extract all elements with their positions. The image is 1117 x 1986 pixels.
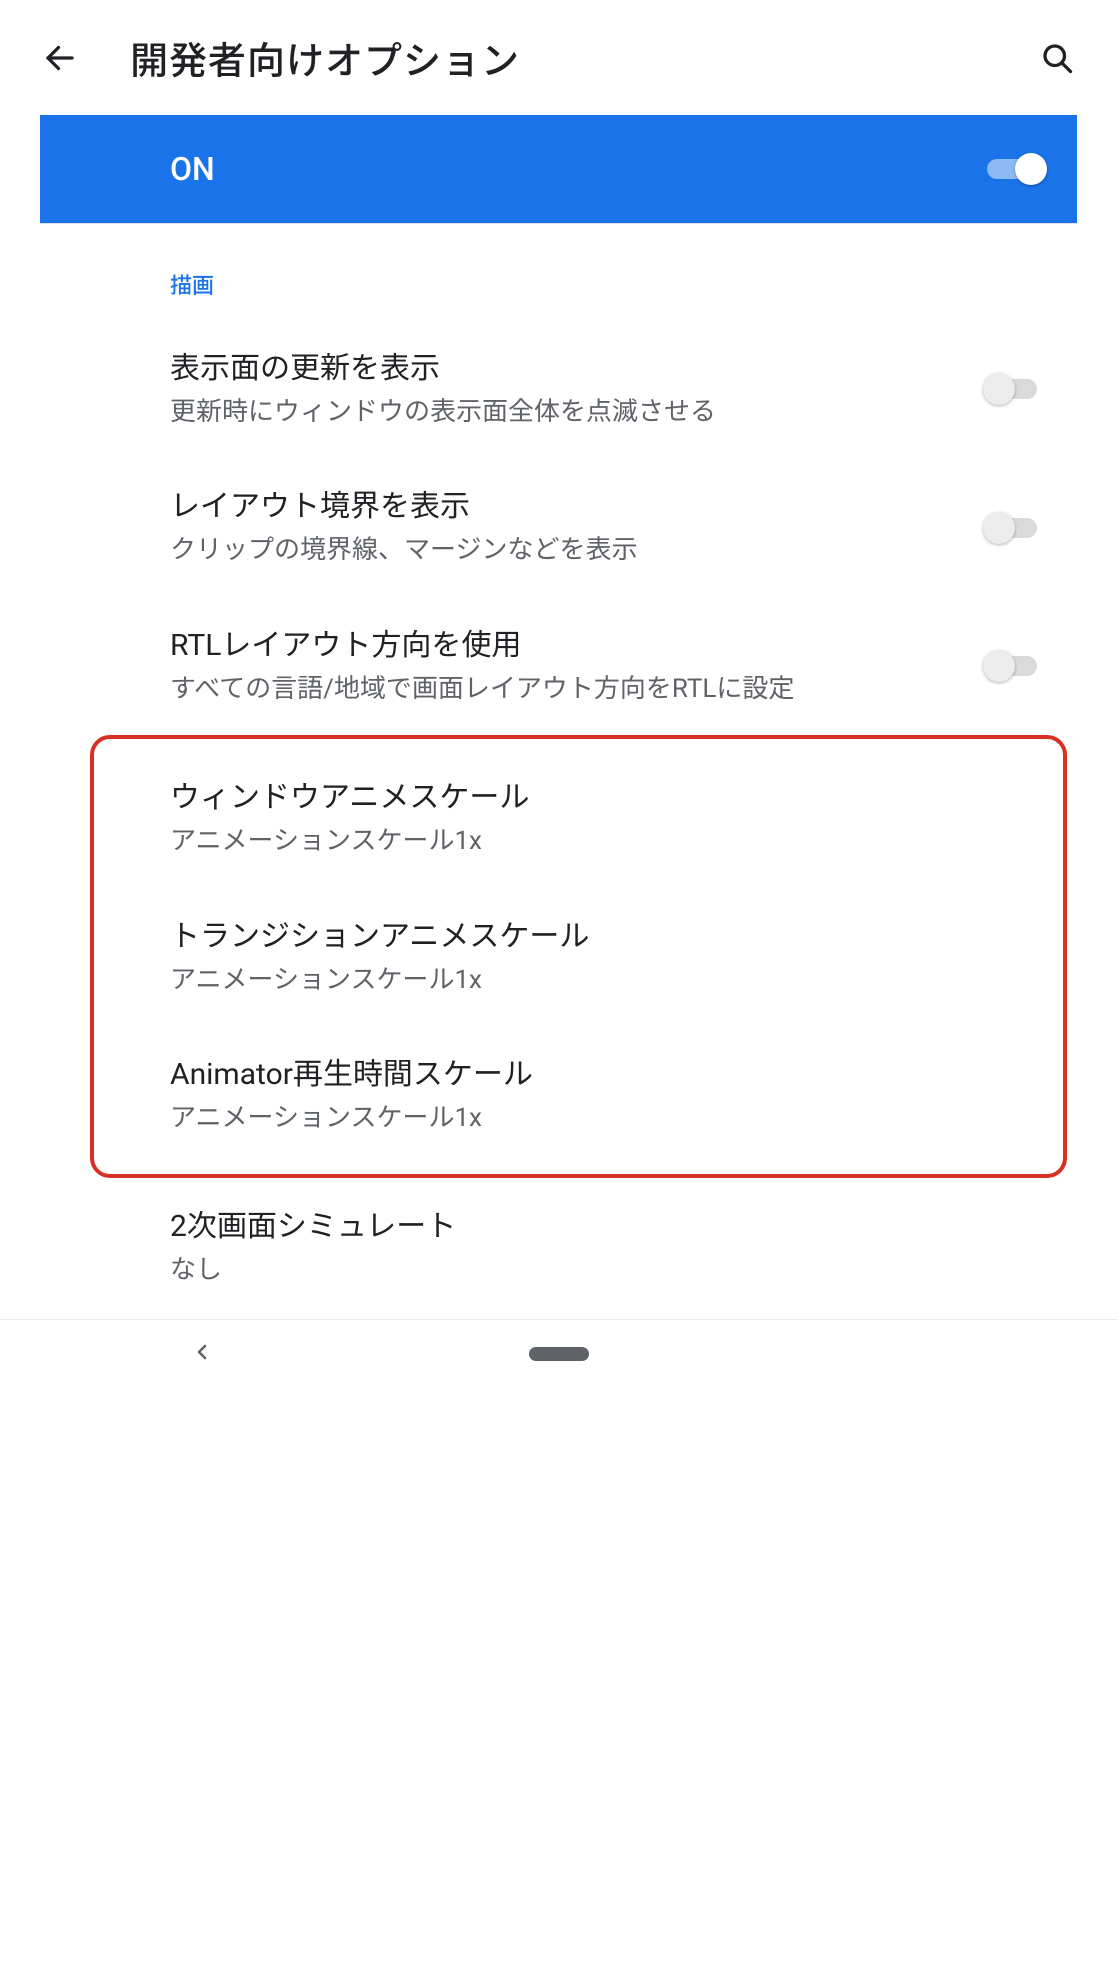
row-title: 2次画面シミュレート: [170, 1206, 1027, 1248]
row-subtitle: 更新時にウィンドウの表示面全体を点滅させる: [170, 394, 967, 430]
row-subtitle: アニメーションスケール1x: [170, 962, 1023, 998]
row-show-layout-bounds[interactable]: レイアウト境界を表示 クリップの境界線、マージンなどを表示: [170, 458, 1047, 596]
row-subtitle: アニメーションスケール1x: [170, 823, 1023, 859]
row-title: トランジションアニメスケール: [170, 916, 1023, 958]
row-animator-duration-scale[interactable]: Animator再生時間スケール アニメーションスケール1x: [170, 1026, 1043, 1164]
row-subtitle: すべての言語/地域で画面レイアウト方向をRTLに設定: [170, 671, 967, 707]
back-icon[interactable]: [40, 38, 80, 78]
system-nav-bar: [0, 1319, 1117, 1389]
nav-back-icon[interactable]: [190, 1340, 214, 1368]
master-toggle-row[interactable]: ON: [40, 115, 1077, 224]
row-simulate-secondary-display[interactable]: 2次画面シミュレート なし: [170, 1178, 1047, 1298]
master-toggle-label: ON: [170, 150, 987, 188]
row-show-surface-updates[interactable]: 表示面の更新を表示 更新時にウィンドウの表示面全体を点滅させる: [170, 320, 1047, 458]
highlight-annotation: ウィンドウアニメスケール アニメーションスケール1x トランジションアニメスケー…: [90, 735, 1067, 1178]
row-title: RTLレイアウト方向を使用: [170, 625, 967, 667]
master-toggle-switch[interactable]: [987, 151, 1047, 187]
toggle-show-surface-updates[interactable]: [987, 371, 1047, 407]
toggle-show-layout-bounds[interactable]: [987, 510, 1047, 546]
page-title: 開発者向けオプション: [130, 30, 1007, 85]
row-subtitle: クリップの境界線、マージンなどを表示: [170, 532, 967, 568]
section-header-drawing: 描画: [170, 224, 1047, 320]
search-icon[interactable]: [1037, 38, 1077, 78]
toggle-force-rtl[interactable]: [987, 648, 1047, 684]
row-window-animation-scale[interactable]: ウィンドウアニメスケール アニメーションスケール1x: [170, 749, 1043, 887]
row-title: 表示面の更新を表示: [170, 348, 967, 390]
row-title: Animator再生時間スケール: [170, 1054, 1023, 1096]
row-subtitle: なし: [170, 1252, 1027, 1288]
row-subtitle: アニメーションスケール1x: [170, 1100, 1023, 1136]
nav-home-pill[interactable]: [529, 1347, 589, 1361]
row-title: ウィンドウアニメスケール: [170, 777, 1023, 819]
row-force-rtl[interactable]: RTLレイアウト方向を使用 すべての言語/地域で画面レイアウト方向をRTLに設定: [170, 597, 1047, 735]
app-bar: 開発者向けオプション: [40, 0, 1077, 115]
row-title: レイアウト境界を表示: [170, 486, 967, 528]
row-transition-animation-scale[interactable]: トランジションアニメスケール アニメーションスケール1x: [170, 888, 1043, 1026]
